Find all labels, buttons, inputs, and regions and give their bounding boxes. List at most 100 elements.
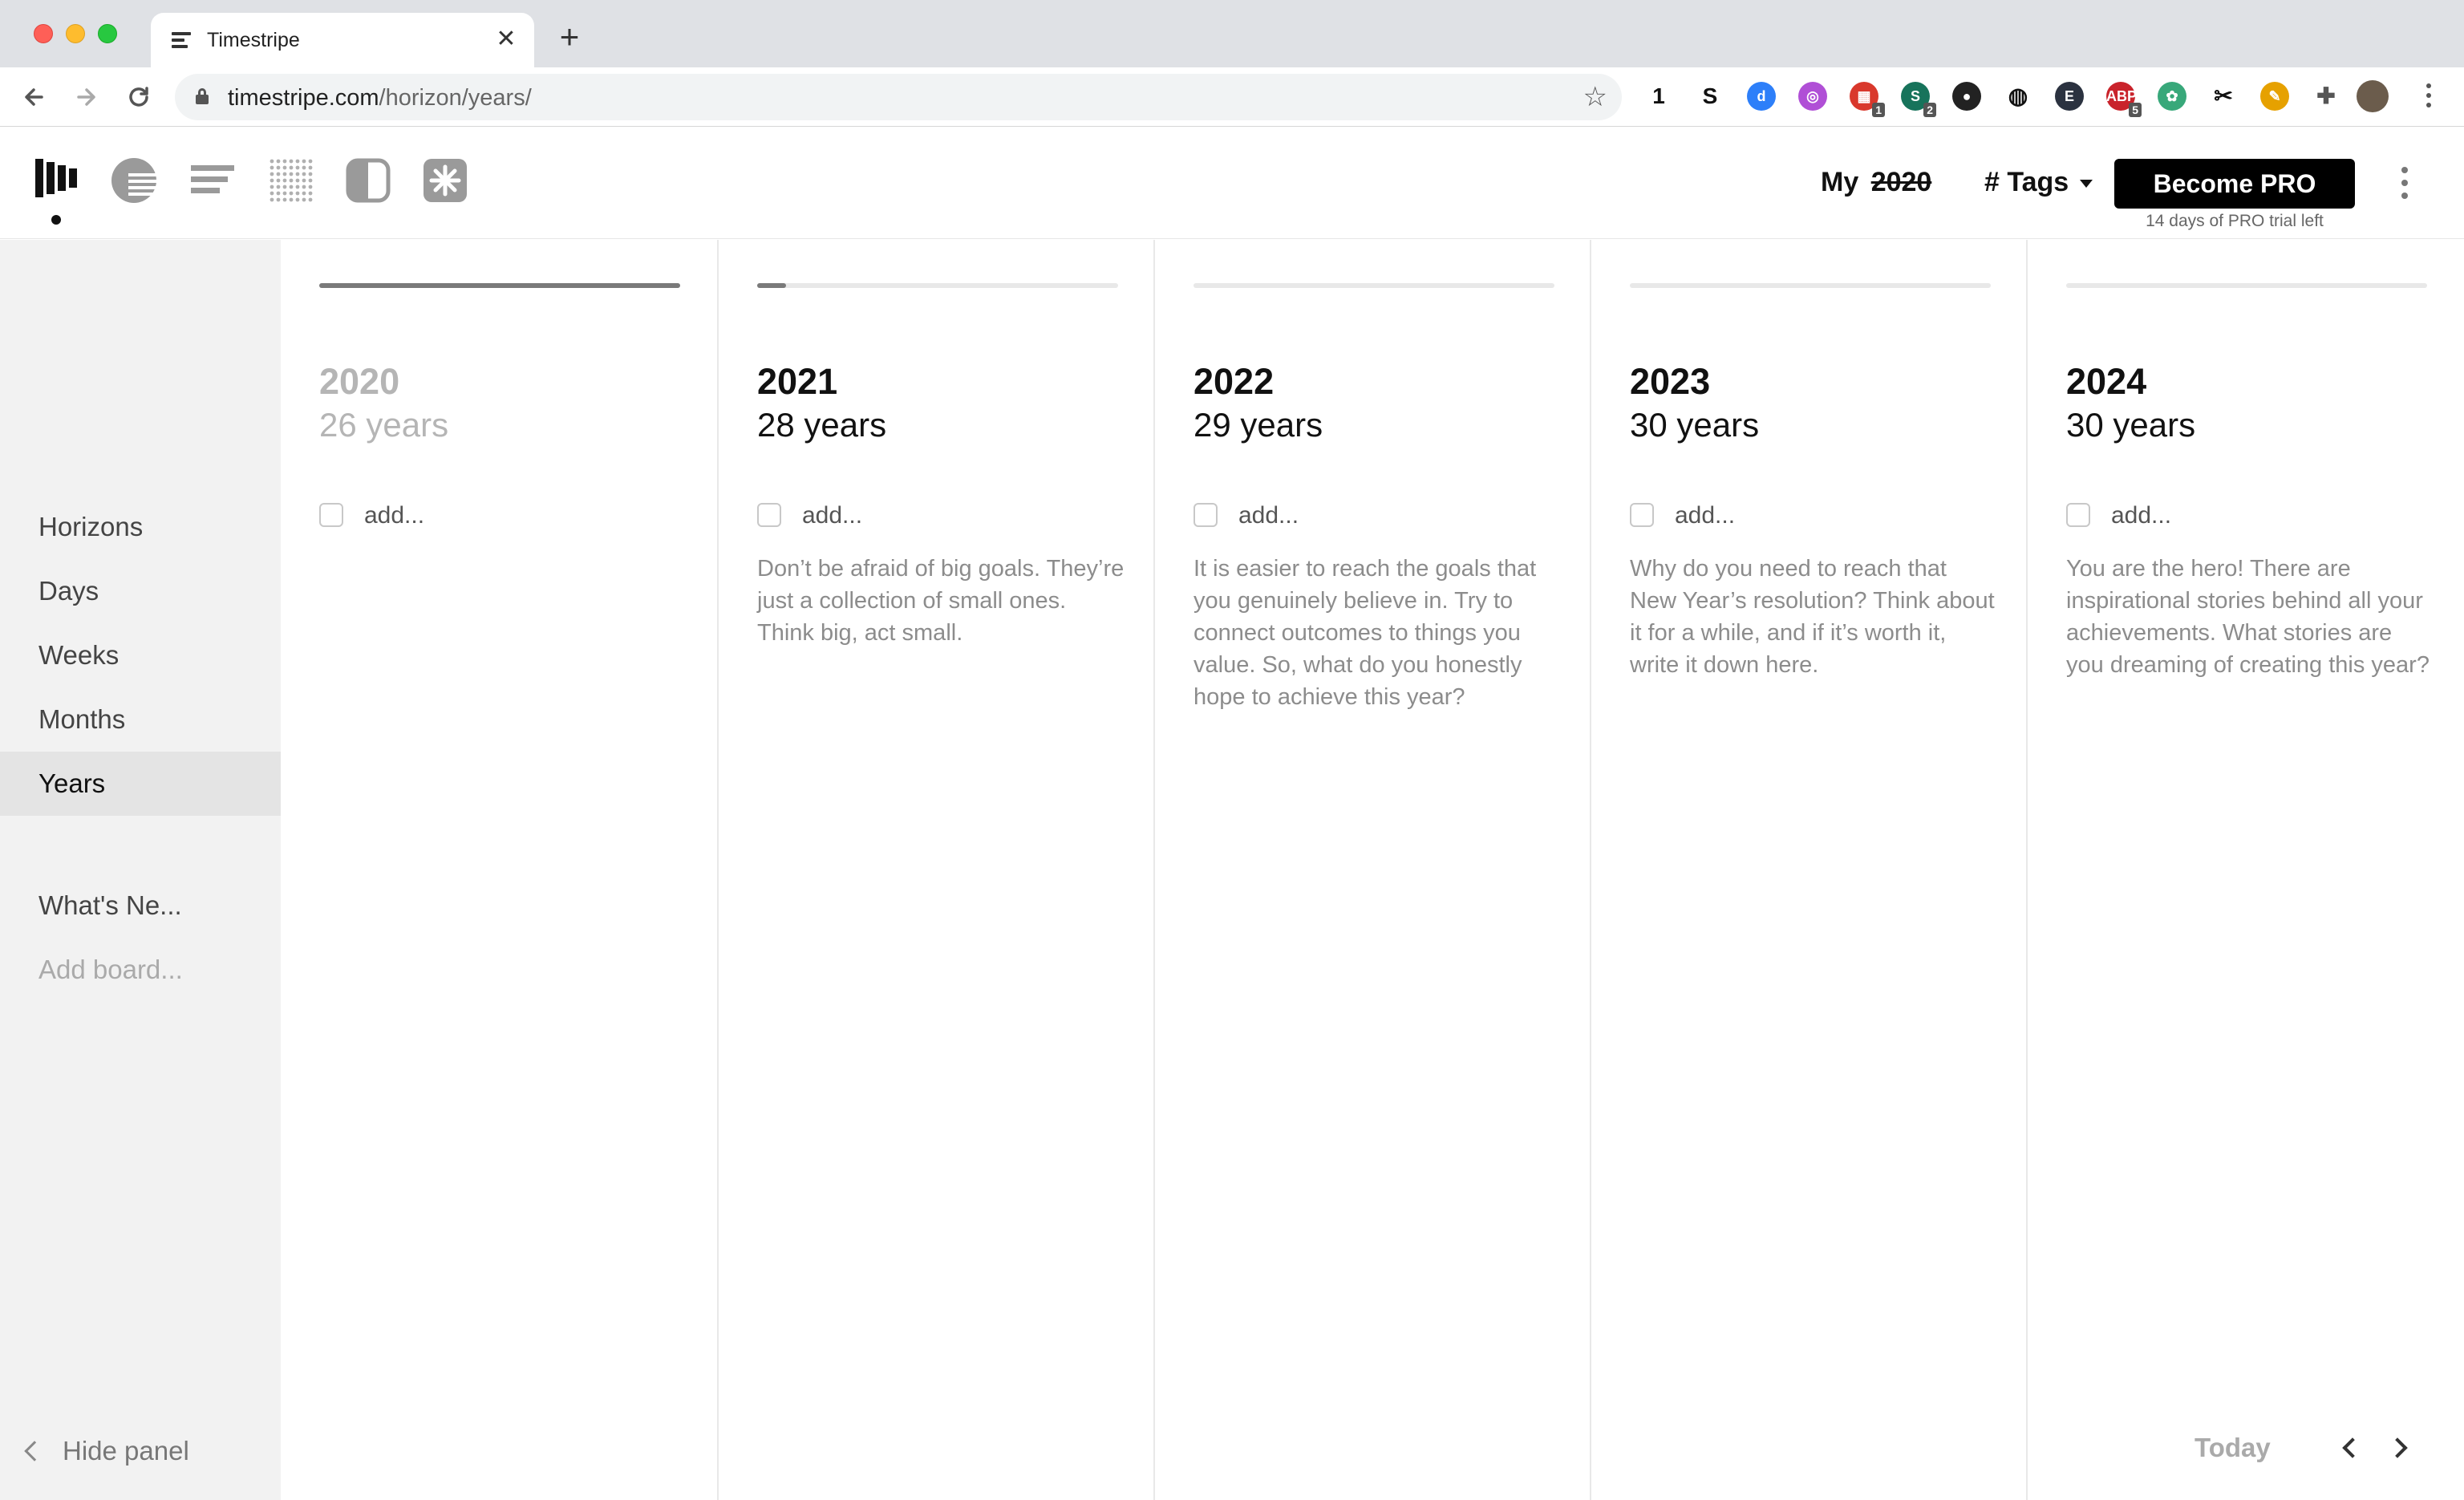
window-zoom-button[interactable] xyxy=(98,24,117,43)
url-text[interactable]: timestripe.com/horizon/years/ xyxy=(228,85,532,111)
s-extension-icon[interactable]: S xyxy=(1696,82,1724,111)
chevron-left-icon xyxy=(24,1441,45,1462)
goal-checkbox[interactable] xyxy=(2066,503,2090,527)
new-tab-button[interactable]: + xyxy=(552,20,587,56)
list-view-icon[interactable] xyxy=(188,156,237,205)
become-pro-button[interactable]: Become PRO xyxy=(2114,159,2355,209)
goal-checkbox[interactable] xyxy=(1630,503,1654,527)
sidebar-item-weeks[interactable]: Weeks xyxy=(0,623,281,687)
window-minimize-button[interactable] xyxy=(66,24,85,43)
today-button[interactable]: Today xyxy=(2194,1428,2271,1468)
globe-extension-icon[interactable]: ◍ xyxy=(2004,82,2032,111)
sidebar-item-whats-new[interactable]: What's Ne... xyxy=(0,874,281,938)
year-progress-bar xyxy=(1194,283,1554,288)
sidebar-item-horizons[interactable]: Horizons xyxy=(0,495,281,559)
next-arrow-icon[interactable] xyxy=(2387,1434,2416,1463)
add-goal-input[interactable]: add... xyxy=(1675,500,1735,532)
year-hint-text: You are the hero! There are inspirationa… xyxy=(2066,556,2430,678)
year-hint-text: Don’t be afraid of big goals. They’re ju… xyxy=(757,556,1125,646)
previous-arrow-icon[interactable] xyxy=(2334,1434,2363,1463)
stripes-circle-view-icon[interactable] xyxy=(109,156,159,205)
year-column-2020: 2020 26 years add... xyxy=(281,240,717,1500)
url-path: /horizon/years/ xyxy=(379,85,532,111)
browser-menu-icon[interactable] xyxy=(2419,83,2438,112)
goal-checkbox[interactable] xyxy=(1194,503,1218,527)
tab-close-icon[interactable]: ✕ xyxy=(492,26,520,53)
year-title: 2021 xyxy=(757,361,838,402)
window-close-button[interactable] xyxy=(34,24,53,43)
year-column-2024: 2024 30 years add... You are the hero! T… xyxy=(2026,240,2464,1500)
year-progress-bar xyxy=(1630,283,1991,288)
hide-panel-label: Hide panel xyxy=(63,1436,189,1466)
hide-panel-button[interactable]: Hide panel xyxy=(19,1427,189,1475)
contrast-view-icon[interactable] xyxy=(343,156,393,205)
browser-tab-timestripe[interactable]: Timestripe ✕ xyxy=(151,13,534,67)
tags-dropdown[interactable]: # Tags xyxy=(1984,157,2093,207)
add-goal-input[interactable]: add... xyxy=(1238,500,1299,532)
tags-label: # Tags xyxy=(1984,167,2069,197)
forward-arrow-icon[interactable] xyxy=(67,79,104,116)
green-extension-icon[interactable]: ✿ xyxy=(2158,82,2186,111)
calendar-extension-icon[interactable]: ▦ 1 xyxy=(1850,82,1885,117)
extension-badge: 2 xyxy=(1923,103,1936,117)
goal-checkbox[interactable] xyxy=(319,503,343,527)
1password-icon[interactable]: 1 xyxy=(1644,82,1673,111)
app-menu-icon[interactable] xyxy=(2395,167,2414,199)
back-arrow-icon[interactable] xyxy=(16,79,53,116)
pen-extension-icon[interactable]: ✎ xyxy=(2260,82,2289,111)
age-label: 30 years xyxy=(2066,406,2196,444)
active-view-indicator xyxy=(51,215,61,225)
sidebar-item-days[interactable]: Days xyxy=(0,559,281,623)
my-year-selector[interactable]: My 2020 xyxy=(1821,157,1931,207)
timestripe-favicon-icon xyxy=(172,32,191,48)
year-progress-bar xyxy=(319,283,680,288)
lock-icon[interactable] xyxy=(196,88,209,104)
trial-days-left: 14 days of PRO trial left xyxy=(2146,212,2324,230)
browser-tab-bar: Timestripe ✕ + xyxy=(0,0,2464,67)
year-column-2021: 2021 28 years add... Don’t be afraid of … xyxy=(717,240,1153,1500)
add-board-button[interactable]: Add board... xyxy=(0,938,281,1002)
sidebar: Horizons Days Weeks Months Years What's … xyxy=(0,240,281,1500)
dark-extension-icon[interactable]: ● xyxy=(1952,82,1981,111)
add-goal-input[interactable]: add... xyxy=(2111,500,2171,532)
purple-extension-icon[interactable]: ◎ xyxy=(1798,82,1827,111)
age-label: 26 years xyxy=(319,406,449,444)
year-title: 2022 xyxy=(1194,361,1275,402)
horizons-view-icon[interactable] xyxy=(32,156,82,205)
age-label: 29 years xyxy=(1194,406,1323,444)
year-hint-text: Why do you need to reach that New Year’s… xyxy=(1630,556,1995,678)
url-domain: timestripe.com xyxy=(228,85,379,111)
add-goal-input[interactable]: add... xyxy=(802,500,862,532)
age-label: 30 years xyxy=(1630,406,1760,444)
year-hint-text: It is easier to reach the goals that you… xyxy=(1194,556,1537,710)
d-extension-icon[interactable]: d xyxy=(1747,82,1776,111)
year-column-2023: 2023 30 years add... Why do you need to … xyxy=(1590,240,2026,1500)
e-extension-icon[interactable]: E xyxy=(2055,82,2084,111)
grammar-extension-icon[interactable]: S2 xyxy=(1901,82,1936,117)
year-title: 2023 xyxy=(1630,361,1711,402)
add-goal-input[interactable]: add... xyxy=(364,500,424,532)
year-column-2022: 2022 29 years add... It is easier to rea… xyxy=(1153,240,1590,1500)
goal-checkbox[interactable] xyxy=(757,503,781,527)
year-progress-bar xyxy=(2066,283,2427,288)
my-year-value: 2020 xyxy=(1870,167,1932,197)
puzzle-icon[interactable]: ✚ xyxy=(2312,82,2340,111)
app-header: My 2020 # Tags Become PRO 14 days of PRO… xyxy=(0,127,2464,239)
scissors-icon[interactable]: ✂ xyxy=(2209,82,2238,111)
bookmark-star-icon[interactable]: ☆ xyxy=(1583,82,1607,112)
profile-avatar[interactable] xyxy=(2357,80,2389,112)
address-bar[interactable]: timestripe.com/horizon/years/ ☆ xyxy=(175,74,1622,120)
burst-view-icon[interactable] xyxy=(420,156,470,205)
year-progress-fill xyxy=(757,283,786,288)
year-title: 2020 xyxy=(319,361,400,402)
sidebar-item-months[interactable]: Months xyxy=(0,687,281,752)
adblock-icon[interactable]: ABP 5 xyxy=(2106,82,2142,117)
tab-title: Timestripe xyxy=(207,29,300,51)
sidebar-item-years[interactable]: Years xyxy=(0,752,281,816)
reload-icon[interactable] xyxy=(120,79,157,116)
extension-badge: 5 xyxy=(2129,103,2142,117)
my-label: My xyxy=(1821,167,1859,197)
year-progress-bar xyxy=(757,283,1118,288)
year-progress-fill xyxy=(319,283,680,288)
dots-grid-view-icon[interactable] xyxy=(266,156,316,205)
